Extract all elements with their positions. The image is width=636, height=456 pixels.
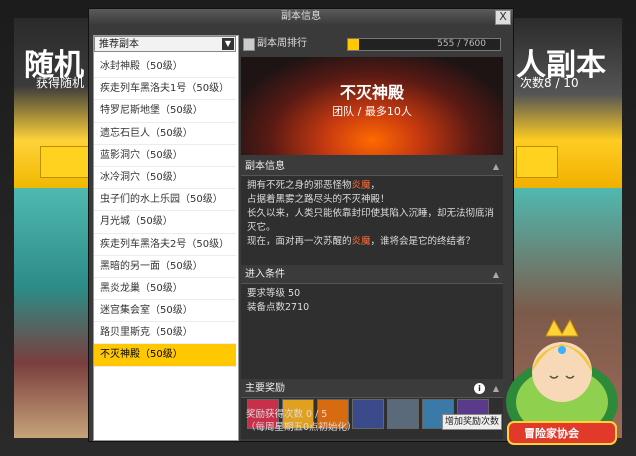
reward-reset-note: （每周星期五0点初始化） (246, 422, 357, 433)
collapse-icon[interactable]: ▲ (493, 159, 499, 175)
dungeon-info-section: 副本信息 ▲ 拥有不死之身的邪恶怪物炎魔， 占据着黑雾之路尽头的不灭神殿！ 长久… (241, 159, 503, 265)
entry-requirements: 要求等级 50 装备点数2710 (241, 284, 503, 318)
dungeon-list-item[interactable]: 迷宫集会室（50级） (94, 300, 236, 323)
reward-count-block: 奖励获得次数 0 / 5 （每周星期五0点初始化） (246, 408, 357, 434)
required-level: 要求等级 50 (247, 288, 301, 299)
adventurer-guild-logo: 冒险家协会 (498, 310, 626, 450)
dungeon-filter-select[interactable]: 推荐副本 ▼ (94, 36, 236, 52)
desc-boss-name-2: 炎魔 (351, 236, 371, 247)
desc-line1-b: ， (370, 180, 381, 191)
rewards-header[interactable]: 主要奖励 i ▲ (241, 381, 503, 398)
rewards-title: 主要奖励 (245, 383, 285, 394)
left-subtitle: 获得随机 (36, 76, 85, 90)
dungeon-list-item[interactable]: 不灭神殿（50级） (94, 344, 236, 367)
desc-line2: 占据着黑雾之路尽头的不灭神殿！ (247, 194, 390, 205)
entry-header[interactable]: 进入条件 ▲ (241, 267, 503, 284)
dungeon-list-item[interactable]: 特罗尼斯地堡（50级） (94, 100, 236, 123)
desc-boss-name-1: 炎魔 (351, 180, 371, 191)
close-button[interactable]: X (495, 10, 511, 25)
required-equip-points: 装备点数2710 (247, 302, 310, 313)
right-yellow-button[interactable] (516, 146, 558, 178)
dungeon-list-item[interactable]: 路贝里斯克（50级） (94, 322, 236, 345)
dungeon-banner: 不灭神殿 团队 / 最多10人 (241, 57, 503, 155)
ranking-progress-bar: 555 / 7600 (347, 38, 501, 51)
window-title: 副本信息 (281, 11, 321, 22)
ranking-row: 副本周排行 555 / 7600 (241, 35, 503, 53)
dungeon-list-item[interactable]: 冰冷洞穴（50级） (94, 167, 236, 190)
dungeon-list-item[interactable]: 冰封神殿（50级） (94, 56, 236, 79)
reward-count: 奖励获得次数 0 / 5 (246, 409, 328, 420)
ranking-label[interactable]: 副本周排行 (257, 35, 307, 53)
dungeon-list-item[interactable]: 疾走列车黑洛夫2号（50级） (94, 234, 236, 256)
dungeon-list: 冰封神殿（50级） 疾走列车黑洛夫1号（50级） 特罗尼斯地堡（50级） 遗忘石巨人（… (94, 56, 236, 367)
desc-line4-a: 现在，面对再一次苏醒的 (247, 236, 352, 247)
window-titlebar[interactable]: 副本信息 X (89, 9, 513, 25)
progress-text: 555 / 7600 (437, 39, 486, 49)
dungeon-info-header[interactable]: 副本信息 ▲ (241, 159, 503, 176)
desc-line1-a: 拥有不死之身的邪恶怪物 (247, 180, 352, 191)
entry-section: 进入条件 ▲ 要求等级 50 装备点数2710 (241, 267, 503, 379)
left-yellow-button[interactable] (40, 146, 94, 178)
dungeon-list-item[interactable]: 疾走列车黑洛夫1号（50级） (94, 78, 236, 101)
banner-title: 不灭神殿 (339, 83, 404, 102)
guild-banner-text: 冒险家协会 (524, 427, 579, 440)
dungeon-info-title: 副本信息 (245, 161, 285, 172)
desc-line3: 长久以来，人类只能依靠封印使其陷入沉睡，却无法彻底消灭它。 (247, 208, 495, 233)
left-bottom-art (14, 188, 94, 438)
dungeon-list-item[interactable]: 遗忘石巨人（50级） (94, 123, 236, 145)
add-reward-count-button[interactable]: 增加奖励次数 (442, 414, 502, 430)
dungeon-description: 拥有不死之身的邪恶怪物炎魔， 占据着黑雾之路尽头的不灭神殿！ 长久以来，人类只能… (241, 176, 503, 252)
dungeon-info-window: 副本信息 X 推荐副本 ▼ 冰封神殿（50级） 疾走列车黑洛夫1号（50级） 特罗尼… (88, 8, 514, 442)
ranking-icon (243, 38, 255, 51)
desc-line4-b: ，谁将会是它的终结者？ (370, 236, 476, 247)
info-icon[interactable]: i (474, 383, 485, 394)
dungeon-list-item[interactable]: 蓝影洞穴（50级） (94, 145, 236, 167)
dungeon-list-item[interactable]: 黑炎龙巢（50级） (94, 278, 236, 301)
dungeon-list-item[interactable]: 月光城（50级） (94, 211, 236, 234)
right-subtitle: 次数8 / 10 (520, 76, 579, 90)
chevron-down-icon[interactable]: ▼ (222, 38, 234, 50)
ice-staff-icon[interactable] (387, 399, 419, 429)
dungeon-list-item[interactable]: 虫子们的水上乐园（50级） (94, 189, 236, 212)
dungeon-list-item[interactable]: 黑暗的另一面（50级） (94, 256, 236, 278)
entry-title: 进入条件 (245, 269, 285, 280)
filter-value: 推荐副本 (99, 39, 139, 50)
dungeon-detail-panel: 副本周排行 555 / 7600 不灭神殿 团队 / 最多10人 副本信息 ▲ … (241, 35, 503, 439)
dungeon-list-panel: 推荐副本 ▼ 冰封神殿（50级） 疾走列车黑洛夫1号（50级） 特罗尼斯地堡（50级… (93, 35, 239, 441)
banner-subtitle: 团队 / 最多10人 (332, 105, 412, 118)
collapse-icon[interactable]: ▲ (493, 267, 499, 283)
